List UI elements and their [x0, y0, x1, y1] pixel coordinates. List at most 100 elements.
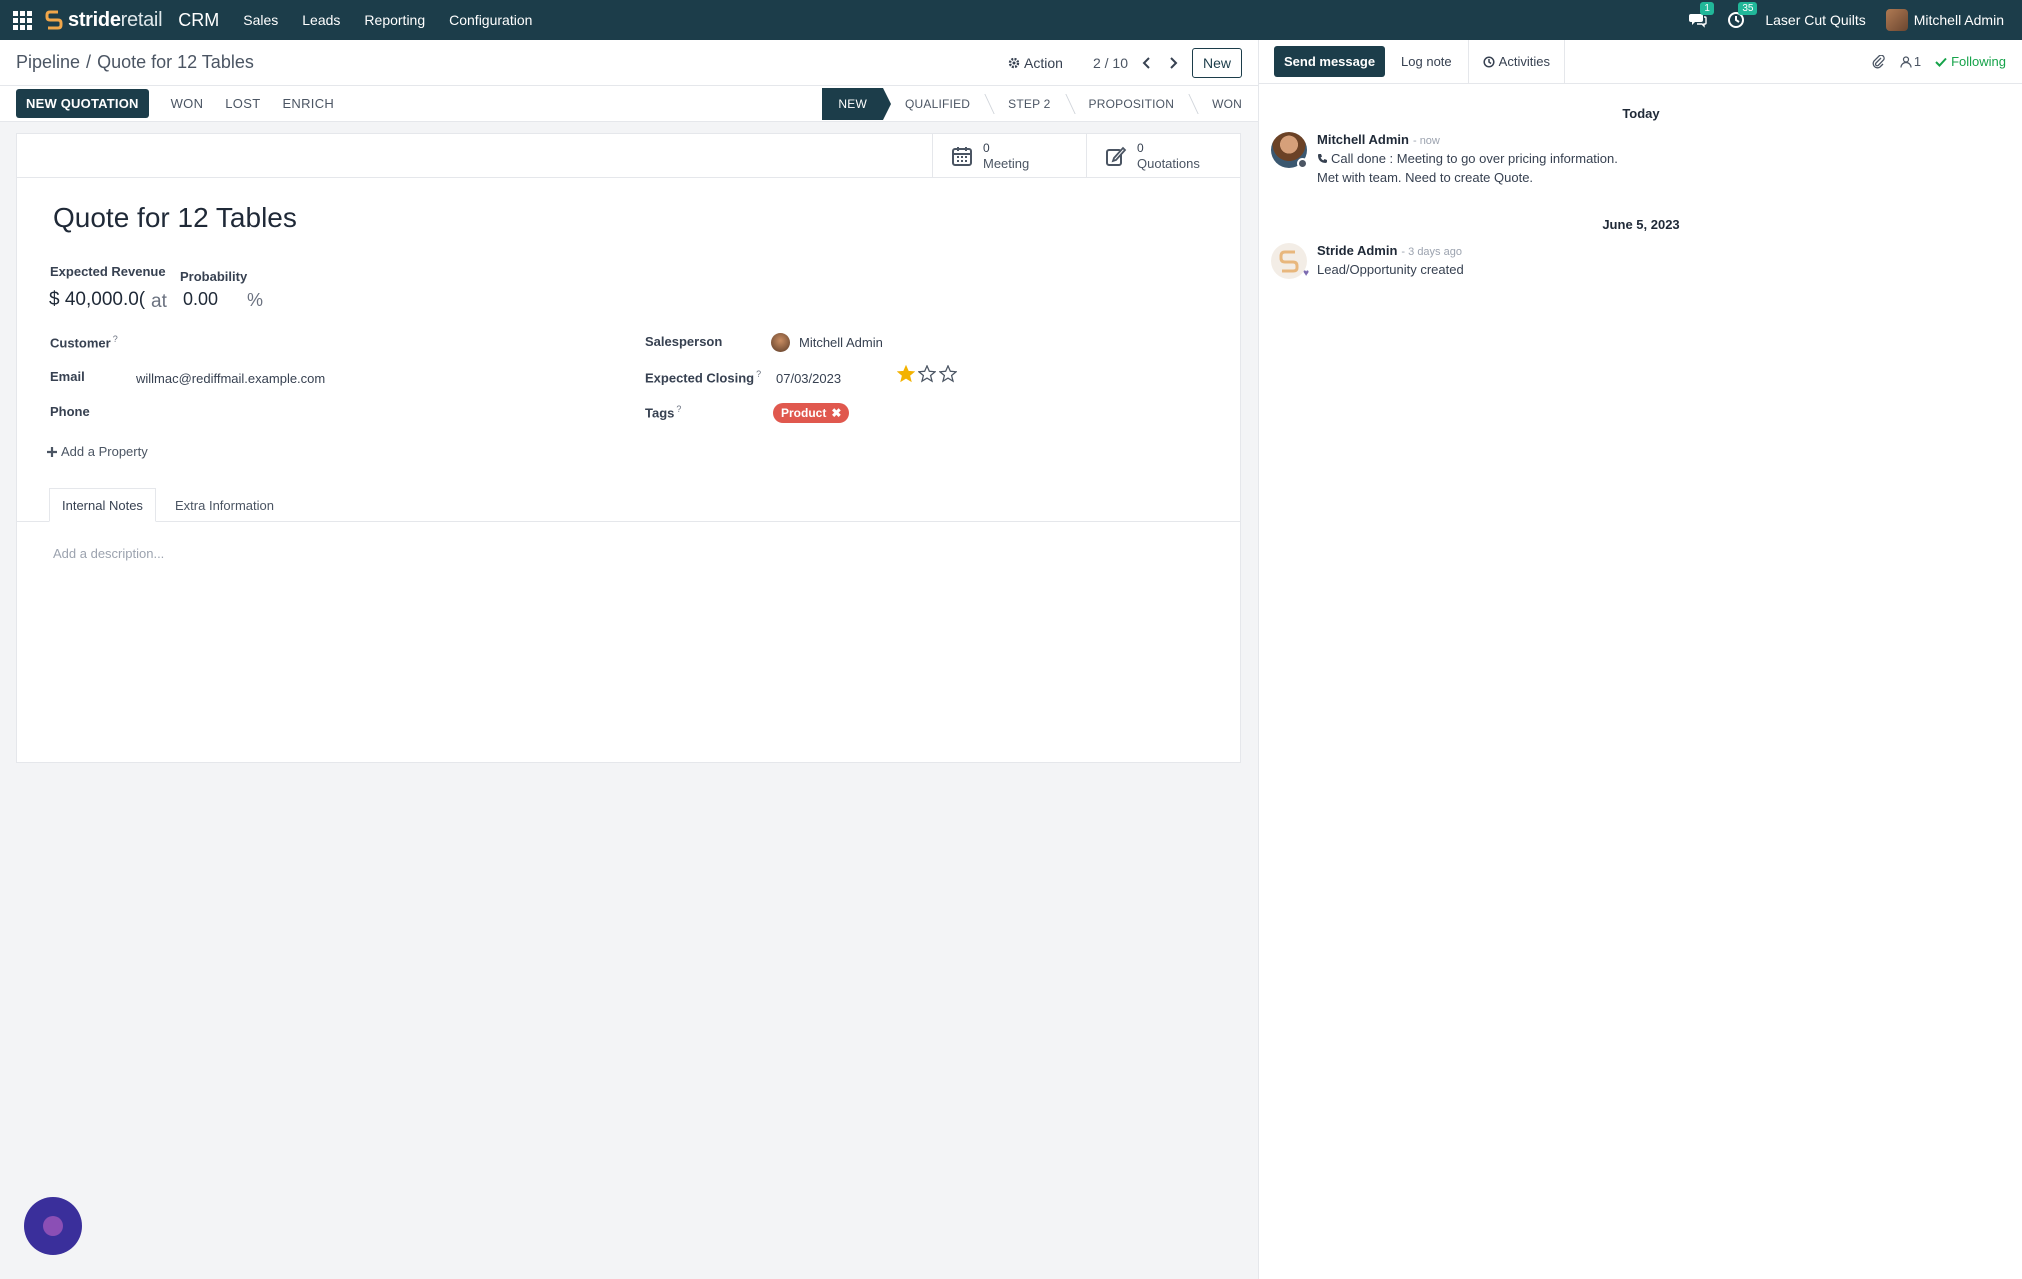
brand-light: retail: [120, 8, 163, 31]
chatter-message: ♥ Stride Admin - 3 days ago Lead/Opportun…: [1271, 243, 1464, 279]
stage-won[interactable]: WON: [1190, 88, 1242, 120]
enrich-button[interactable]: ENRICH: [282, 96, 334, 111]
edit-icon: [1106, 146, 1127, 166]
message-line: Call done : Meeting to go over pricing i…: [1331, 151, 1618, 166]
stage-label: PROPOSITION: [1088, 96, 1175, 111]
form-sheet: 0 Meeting 0 Quotations Quote for 12 Tabl…: [16, 133, 1241, 763]
stage-label: STEP 2: [1008, 96, 1051, 111]
messages-button[interactable]: 1: [1689, 2, 1714, 29]
expected-revenue-label: Expected Revenue: [50, 264, 166, 279]
tab-extra-information[interactable]: Extra Information: [163, 488, 286, 522]
new-quotation-button[interactable]: NEW QUOTATION: [16, 89, 149, 118]
stage-qualified[interactable]: QUALIFIED: [883, 88, 995, 120]
help-tooltip-icon[interactable]: ?: [676, 404, 681, 414]
stage-proposition[interactable]: PROPOSITION: [1067, 88, 1199, 120]
help-tooltip-icon[interactable]: ?: [756, 369, 761, 379]
stage-label: QUALIFIED: [905, 96, 971, 111]
add-property-button[interactable]: Add a Property: [47, 444, 148, 459]
mark-won-button[interactable]: WON: [171, 96, 204, 111]
star-empty-icon[interactable]: [918, 365, 936, 383]
stage-step-2[interactable]: STEP 2: [986, 88, 1076, 120]
expected-revenue-input[interactable]: $ 40,000.0(: [49, 289, 145, 311]
user-menu[interactable]: Mitchell Admin: [1885, 9, 2004, 31]
star-empty-icon[interactable]: [939, 365, 957, 383]
message-author[interactable]: Stride Admin: [1317, 243, 1397, 258]
expected-closing-input[interactable]: 07/03/2023: [776, 371, 841, 386]
activities-badge: 35: [1738, 2, 1758, 15]
followers-button[interactable]: 1: [1900, 54, 1921, 69]
breadcrumb-separator: /: [86, 52, 92, 72]
following-label: Following: [1951, 54, 2006, 69]
send-message-button[interactable]: Send message: [1274, 46, 1386, 77]
menu-configuration[interactable]: Configuration: [449, 12, 532, 28]
star-filled-icon[interactable]: [897, 365, 915, 383]
tag-remove-icon[interactable]: ✖: [831, 406, 841, 420]
assistant-floating-button[interactable]: [24, 1197, 82, 1255]
activities-button[interactable]: Activities: [1469, 39, 1565, 84]
top-navbar: strideretail CRM Sales Leads Reporting C…: [0, 0, 2022, 40]
menu-leads[interactable]: Leads: [302, 12, 340, 28]
description-editor[interactable]: Add a description...: [53, 546, 164, 561]
message-time: - now: [1412, 135, 1440, 147]
action-label: Action: [1024, 54, 1063, 71]
author-avatar[interactable]: [1271, 132, 1308, 169]
customer-label: Customer?: [50, 334, 118, 351]
help-tooltip-icon[interactable]: ?: [113, 334, 118, 344]
message-line: Met with team. Need to create Quote.: [1317, 170, 1534, 185]
stage-label: WON: [1212, 96, 1242, 111]
paperclip-icon[interactable]: [1872, 54, 1886, 69]
stride-logo-icon: [45, 10, 63, 30]
gear-icon: [1008, 57, 1020, 68]
pager-next-icon[interactable]: [1166, 56, 1180, 70]
following-button[interactable]: Following: [1935, 54, 2006, 69]
activities-button[interactable]: 35: [1727, 2, 1758, 29]
percent-sign: %: [247, 290, 264, 310]
action-button[interactable]: Action: [1008, 55, 1063, 71]
priority-widget[interactable]: [897, 365, 957, 383]
brand-logo[interactable]: strideretail: [44, 8, 163, 32]
tag-product[interactable]: Product ✖: [773, 403, 850, 423]
quotation-count: 0: [1137, 140, 1144, 155]
heart-icon: ♥: [1303, 268, 1309, 279]
probability-input[interactable]: 0.00: [183, 289, 218, 310]
author-avatar[interactable]: ♥: [1271, 243, 1309, 279]
email-label: Email: [50, 369, 85, 384]
customer-input[interactable]: [135, 334, 495, 352]
pager-value[interactable]: 2 / 10: [1093, 55, 1128, 71]
breadcrumb-pipeline[interactable]: Pipeline: [16, 52, 80, 72]
expected-closing-label: Expected Closing?: [645, 369, 762, 386]
email-input[interactable]: willmac@rediffmail.example.com: [136, 371, 325, 386]
pager-previous-icon[interactable]: [1140, 56, 1154, 70]
stage-new[interactable]: NEW: [822, 87, 892, 120]
breadcrumb: Pipeline / Quote for 12 Tables: [16, 52, 254, 73]
check-icon: [1935, 57, 1947, 67]
app-name[interactable]: CRM: [178, 10, 219, 31]
stage-pipeline: NEW QUALIFIED STEP 2 PROPOSITION WON: [822, 87, 1242, 120]
chatter-topbar: Send message Log note Activities 1 Follo…: [1259, 39, 2022, 84]
message-author[interactable]: Mitchell Admin: [1317, 132, 1409, 147]
company-switcher[interactable]: Laser Cut Quilts: [1765, 12, 1865, 28]
meeting-smart-button[interactable]: 0 Meeting: [932, 134, 1086, 177]
stride-logo-icon: [1279, 250, 1299, 273]
chatter-message: Mitchell Admin - now Call done : Meeting …: [1271, 132, 1618, 187]
tab-internal-notes[interactable]: Internal Notes: [49, 488, 156, 522]
mark-lost-button[interactable]: LOST: [225, 96, 260, 111]
meeting-label: Meeting: [983, 155, 1030, 171]
log-note-button[interactable]: Log note: [1401, 39, 1469, 84]
phone-label: Phone: [50, 404, 90, 419]
probability-label: Probability: [180, 269, 248, 284]
phone-input[interactable]: [135, 404, 495, 422]
tag-label: Product: [781, 406, 827, 420]
message-time: - 3 days ago: [1401, 246, 1462, 258]
menu-sales[interactable]: Sales: [243, 12, 278, 28]
form-statusbar: NEW QUOTATION WON LOST ENRICH NEW QUALIF…: [0, 86, 1258, 122]
quotations-smart-button[interactable]: 0 Quotations: [1086, 134, 1240, 177]
opportunity-title[interactable]: Quote for 12 Tables: [53, 202, 297, 234]
add-property-label: Add a Property: [61, 444, 148, 459]
menu-reporting[interactable]: Reporting: [364, 12, 425, 28]
new-record-button[interactable]: New: [1191, 47, 1242, 78]
app-menu-button[interactable]: [0, 10, 44, 30]
brand-bold: stride: [68, 8, 121, 31]
salesperson-input[interactable]: Mitchell Admin: [799, 335, 883, 350]
at-label: at: [151, 291, 167, 312]
